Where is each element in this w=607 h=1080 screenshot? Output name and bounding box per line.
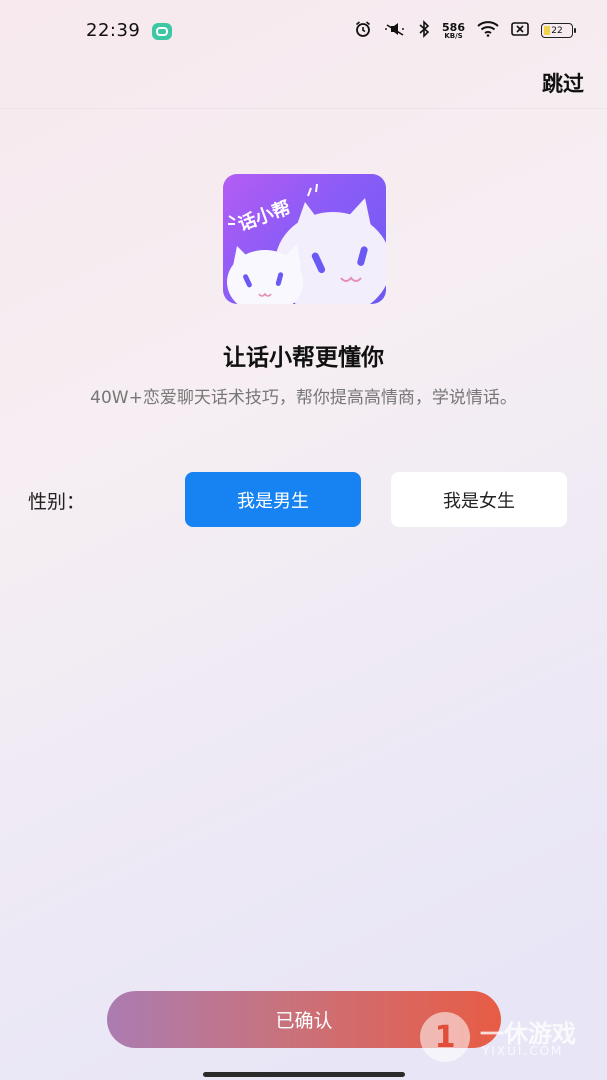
skip-button[interactable]: 跳过 xyxy=(542,68,584,98)
watermark-logo-icon: 1 xyxy=(420,1012,470,1062)
status-icons: 586 KB/S 22 xyxy=(354,20,576,41)
top-header: 跳过 xyxy=(0,64,607,109)
female-option-button[interactable]: 我是女生 xyxy=(391,472,567,527)
sim-off-icon xyxy=(511,21,529,40)
home-indicator[interactable] xyxy=(203,1072,405,1077)
gender-label: 性别： xyxy=(28,491,86,513)
watermark: 1 一休游戏 YIXUI.COM xyxy=(420,1010,600,1066)
page-title: 让话小帮更懂你 xyxy=(223,345,384,371)
battery-level: 22 xyxy=(551,25,563,36)
status-bar: 22:39 586 KB/S 22 xyxy=(0,0,607,64)
bluetooth-icon xyxy=(418,20,430,41)
network-speed-value: 586 xyxy=(442,20,465,34)
status-time: 22:39 xyxy=(86,20,141,41)
network-speed-unit: KB/S xyxy=(444,31,463,40)
wifi-icon xyxy=(477,21,499,40)
network-speed: 586 KB/S xyxy=(442,22,465,40)
male-option-button[interactable]: 我是男生 xyxy=(185,472,361,527)
page-subtitle: 40W+恋爱聊天话术技巧，帮你提高高情商，学说情话。 xyxy=(90,388,517,408)
message-notification-icon xyxy=(152,23,172,40)
alarm-icon xyxy=(354,20,372,41)
watermark-subtext: YIXUI.COM xyxy=(482,1044,564,1058)
battery-icon: 22 xyxy=(541,23,576,38)
app-logo: 话小帮 xyxy=(223,174,386,304)
mute-vibrate-icon xyxy=(384,20,406,41)
